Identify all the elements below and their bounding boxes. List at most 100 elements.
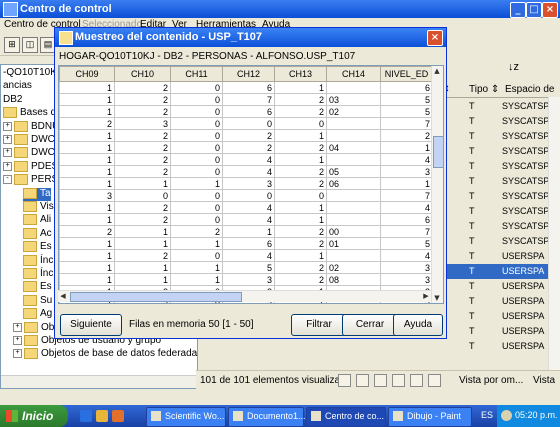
table-cell[interactable]: 6 [222, 237, 275, 250]
table-cell[interactable]: 0 [170, 93, 223, 106]
table-cell[interactable]: 2 [274, 237, 327, 250]
table-cell[interactable]: 00 [326, 225, 381, 238]
column-header[interactable]: CH14 [326, 66, 381, 82]
list-row[interactable]: T SYSCATSP [442, 129, 560, 144]
tree-item[interactable]: Ínc [23, 268, 53, 281]
table-cell[interactable]: 1 [59, 93, 115, 106]
table-cell[interactable]: 2 [170, 225, 223, 238]
task-paint[interactable]: Dibujo - Paint [388, 407, 472, 427]
dialog-title-bar[interactable]: Muestreo del contenido - USP_T107 × [55, 28, 446, 47]
table-cell[interactable]: 2 [274, 261, 327, 274]
start-button[interactable]: Inicio [0, 405, 68, 427]
table-cell[interactable]: 7 [380, 225, 433, 238]
table-cell[interactable]: 6 [380, 213, 433, 226]
table-cell[interactable]: 2 [274, 93, 327, 106]
table-cell[interactable]: 1 [59, 201, 115, 214]
table-cell[interactable] [326, 129, 381, 142]
table-cell[interactable]: 1 [114, 225, 171, 238]
table-cell[interactable]: 0 [170, 117, 223, 130]
table-cell[interactable]: 2 [222, 141, 275, 154]
expand-icon[interactable]: + [13, 336, 22, 345]
table-cell[interactable]: 3 [59, 189, 115, 202]
table-cell[interactable]: 4 [222, 201, 275, 214]
view-label[interactable]: Vista [533, 375, 555, 386]
table-cell[interactable]: 1 [380, 177, 433, 190]
list-row[interactable]: T SYSCATSP [442, 234, 560, 249]
table-cell[interactable]: 7 [222, 93, 275, 106]
table-cell[interactable]: 0 [274, 117, 327, 130]
table-cell[interactable]: 4 [222, 165, 275, 178]
scroll-left-icon[interactable]: ◀ [58, 291, 68, 301]
expand-icon[interactable]: + [3, 148, 12, 158]
table-cell[interactable]: 2 [274, 177, 327, 190]
scroll-down-icon[interactable]: ▼ [432, 293, 442, 303]
table-cell[interactable]: 0 [274, 189, 327, 202]
table-cell[interactable]: 1 [59, 273, 115, 286]
table-cell[interactable]: 2 [114, 129, 171, 142]
table-cell[interactable] [326, 213, 381, 226]
table-cell[interactable]: 08 [326, 273, 381, 286]
find-icon[interactable] [392, 374, 405, 387]
expand-icon[interactable]: + [13, 322, 22, 332]
table-row[interactable]: 120414 [59, 153, 433, 166]
table-row[interactable]: 120616 [59, 81, 433, 94]
expand-icon[interactable]: + [13, 349, 22, 359]
table-cell[interactable]: 3 [380, 165, 433, 178]
table-cell[interactable]: 1 [59, 261, 115, 274]
list-row[interactable]: T SYSCATSP [442, 204, 560, 219]
ie-icon[interactable] [80, 410, 92, 422]
table-cell[interactable]: 1 [59, 213, 115, 226]
table-cell[interactable]: 4 [222, 249, 275, 262]
select-icon[interactable] [410, 374, 423, 387]
collapse-icon[interactable]: - [3, 175, 12, 185]
column-header[interactable]: CH10 [114, 66, 171, 82]
table-row[interactable]: 1 2 0 4 2 05 3 [59, 165, 433, 178]
task-documento1[interactable]: Documento1... [228, 407, 306, 427]
list-row[interactable]: T SYSCATSP [442, 174, 560, 189]
table-cell[interactable]: 1 [59, 237, 115, 250]
table-cell[interactable] [326, 201, 381, 214]
list-row[interactable]: T USERSPA [442, 309, 560, 324]
table-cell[interactable]: 4 [380, 249, 433, 262]
table-cell[interactable]: 1 [114, 237, 171, 250]
list-row[interactable]: T SYSCATSP [442, 219, 560, 234]
table-cell[interactable]: 1 [274, 213, 327, 226]
table-cell[interactable] [326, 117, 381, 130]
table-cell[interactable]: 2 [114, 153, 171, 166]
table-row[interactable]: 230007 [59, 117, 433, 130]
table-cell[interactable]: 1 [274, 81, 327, 94]
table-cell[interactable]: 7 [380, 189, 433, 202]
grid-horizontal-scrollbar[interactable]: ◀ ▶ [58, 290, 431, 302]
table-cell[interactable]: 4 [222, 153, 275, 166]
table-cell[interactable]: 1 [222, 225, 275, 238]
tree-item[interactable]: Es [23, 281, 52, 294]
maximize-icon[interactable]: □ [526, 2, 542, 18]
tree-item[interactable]: + DWCT [3, 134, 61, 147]
column-header-tipo[interactable]: Tipo ⇕ [469, 84, 499, 95]
table-cell[interactable]: 1 [170, 261, 223, 274]
table-row[interactable]: 300007 [59, 189, 433, 202]
table-cell[interactable]: 1 [114, 261, 171, 274]
table-cell[interactable]: 1 [59, 177, 115, 190]
table-cell[interactable]: 0 [170, 213, 223, 226]
tree-item[interactable]: Ínc [23, 254, 53, 268]
table-cell[interactable]: 1 [114, 273, 171, 286]
table-cell[interactable] [326, 81, 381, 94]
close-icon[interactable]: × [542, 2, 558, 18]
tree-item[interactable]: Ta [23, 187, 51, 201]
table-cell[interactable]: 1 [59, 249, 115, 262]
table-cell[interactable]: 6 [222, 105, 275, 118]
table-cell[interactable]: 4 [380, 201, 433, 214]
table-cell[interactable]: 1 [59, 141, 115, 154]
table-cell[interactable]: 2 [114, 165, 171, 178]
filter-button[interactable]: Filtrar [291, 314, 347, 336]
table-cell[interactable]: 1 [59, 105, 115, 118]
tree-item[interactable]: + DWCT [3, 147, 61, 160]
table-cell[interactable]: 0 [170, 129, 223, 142]
table-cell[interactable]: 0 [222, 117, 275, 130]
table-cell[interactable]: 0 [170, 81, 223, 94]
table-cell[interactable] [326, 189, 381, 202]
list-row[interactable]: T USERSPA [442, 249, 560, 264]
table-cell[interactable]: 2 [274, 165, 327, 178]
table-row[interactable]: 120212 [59, 129, 433, 142]
